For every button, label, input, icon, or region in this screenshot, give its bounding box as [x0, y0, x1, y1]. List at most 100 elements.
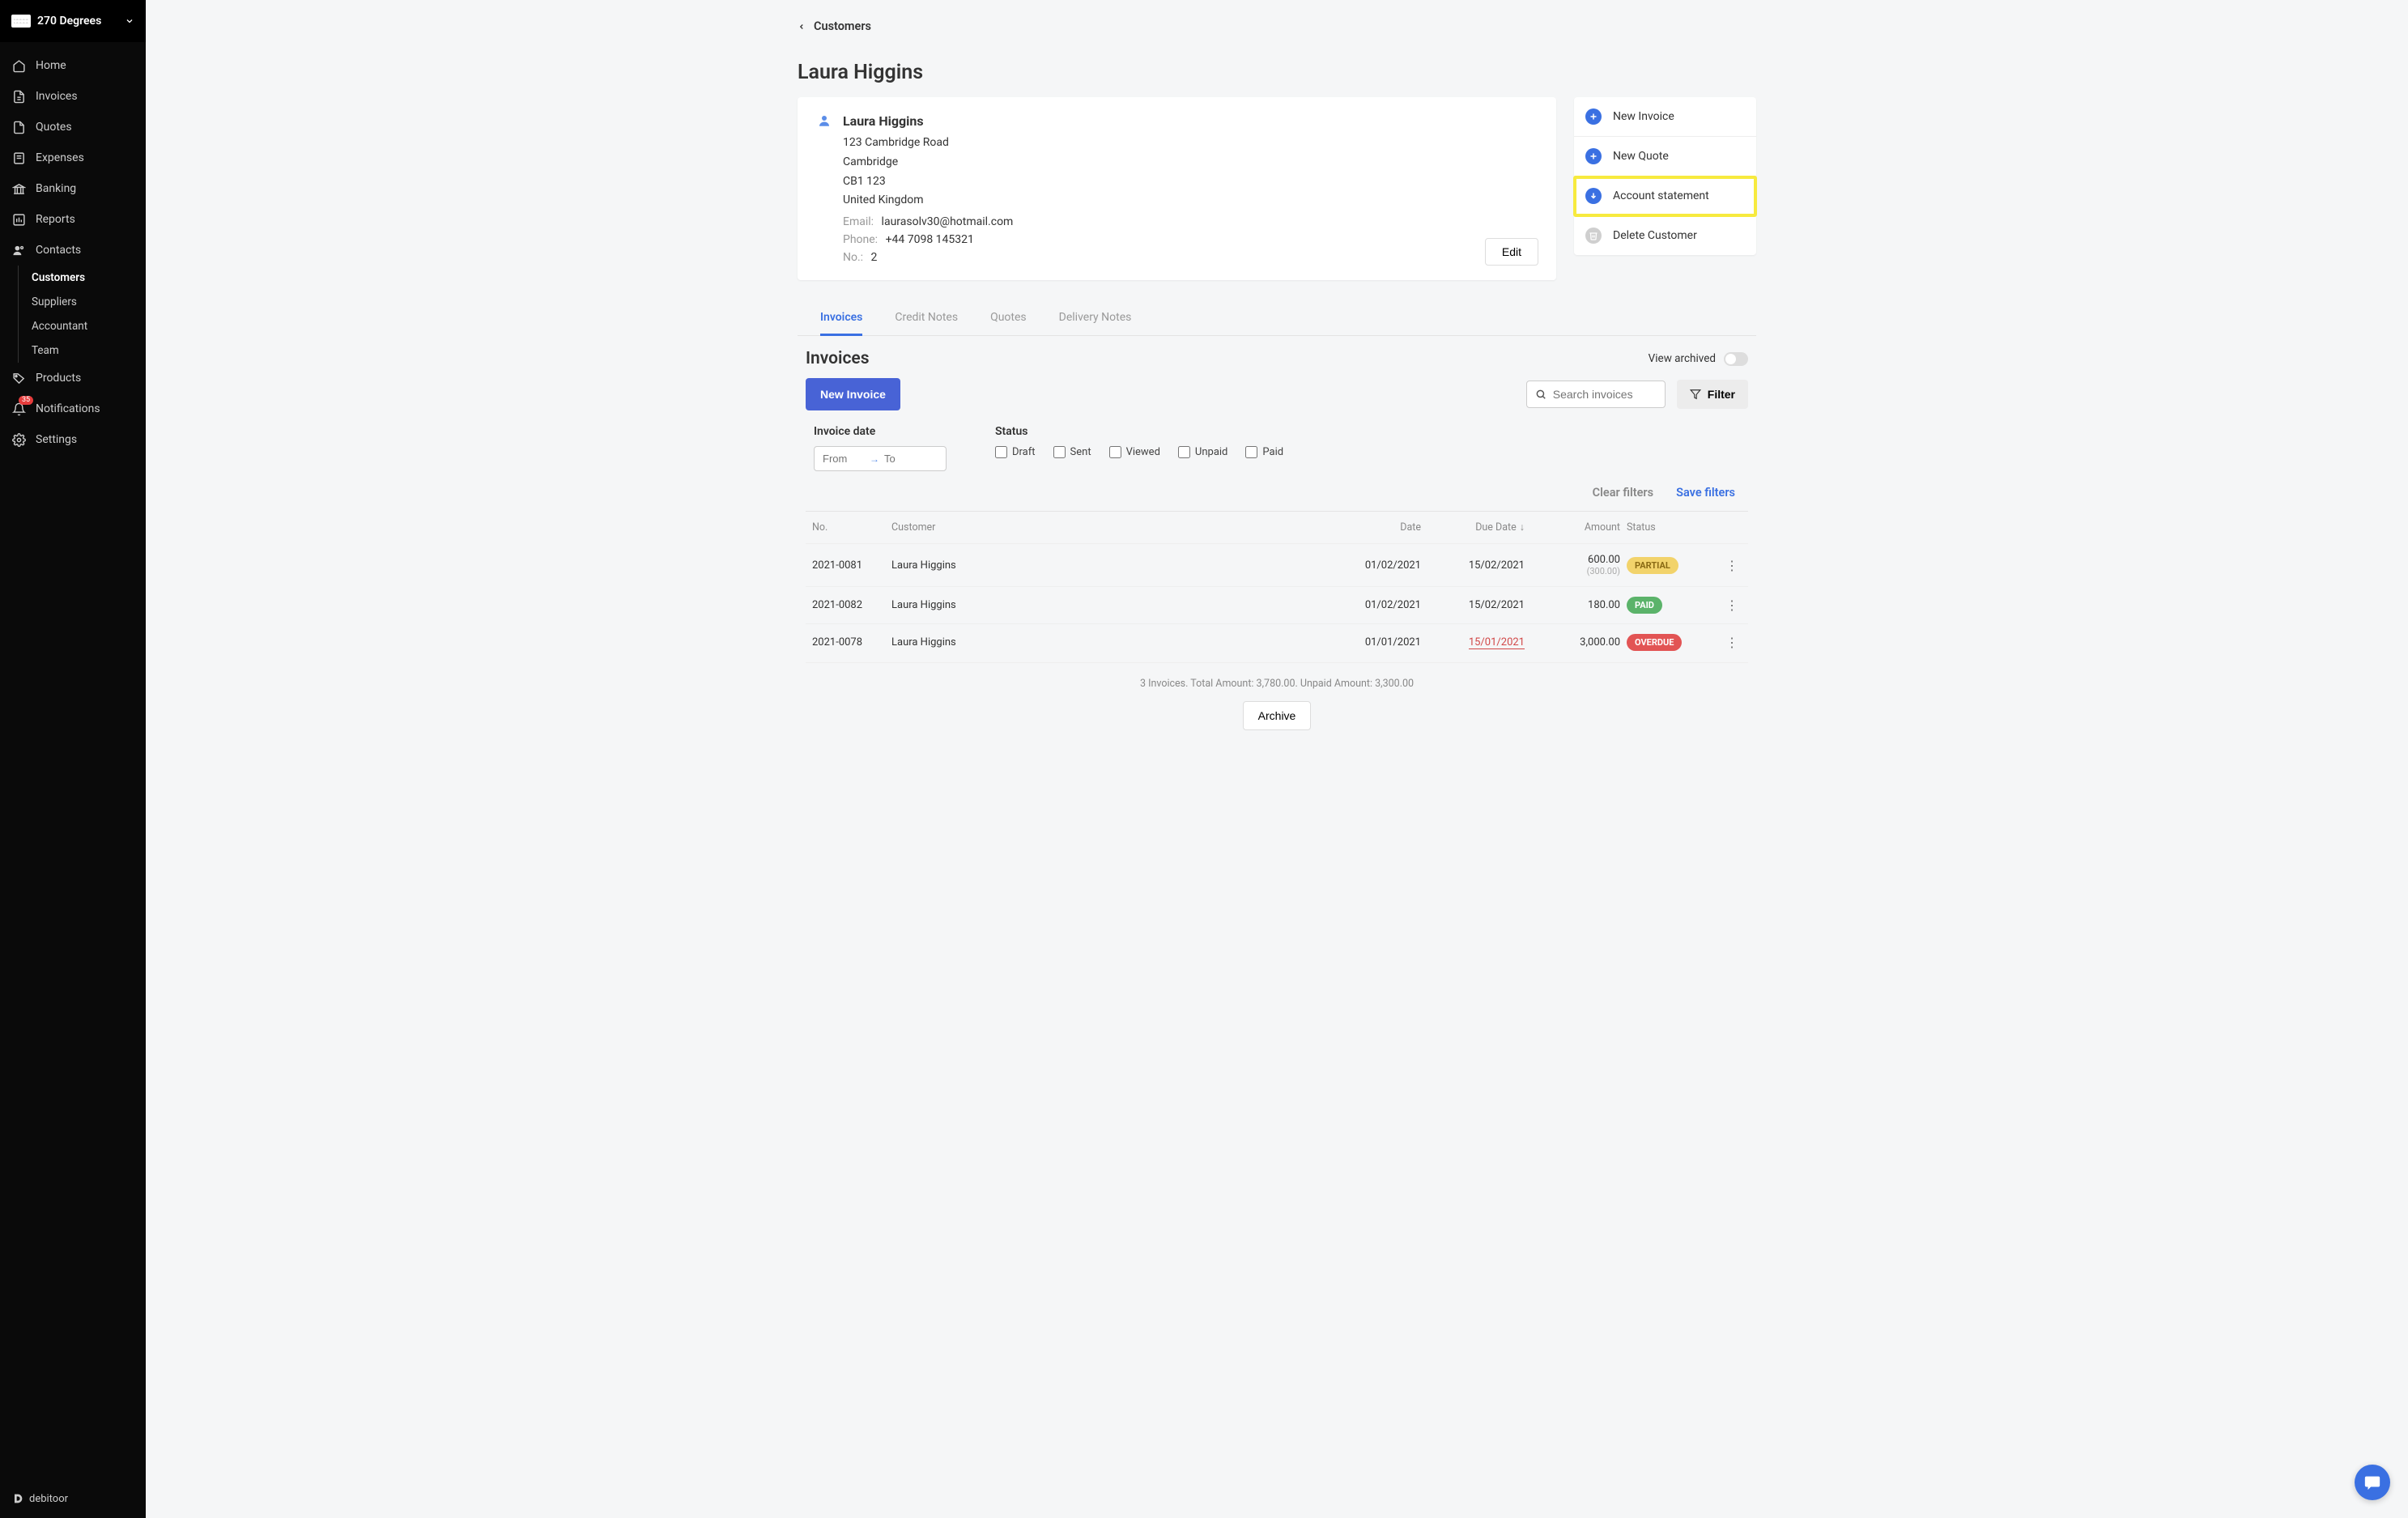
status-unpaid-checkbox[interactable]: Unpaid	[1178, 446, 1227, 458]
nav-label: Contacts	[36, 244, 81, 257]
th-date[interactable]: Date	[1332, 521, 1421, 534]
date-from-input[interactable]	[823, 453, 865, 465]
save-filters-link[interactable]: Save filters	[1676, 486, 1735, 500]
action-delete-customer[interactable]: Delete Customer	[1574, 216, 1756, 255]
archive-button[interactable]: Archive	[1243, 701, 1312, 730]
th-no[interactable]: No.	[812, 521, 885, 534]
cell-date: 01/02/2021	[1332, 559, 1421, 572]
section-title: Invoices	[806, 349, 870, 368]
tab-invoices[interactable]: Invoices	[820, 300, 862, 335]
workspace-switcher[interactable]: 270 Degrees	[0, 0, 146, 42]
nav-contacts[interactable]: Contacts	[0, 235, 146, 266]
breadcrumb[interactable]: Customers	[798, 19, 1756, 46]
search-input[interactable]	[1553, 388, 1657, 401]
notification-count: 35	[19, 396, 33, 405]
th-due-date[interactable]: Due Date ↓	[1427, 521, 1525, 534]
action-label: New Invoice	[1613, 110, 1674, 123]
phone-row: Phone: +44 7098 145321	[843, 233, 1537, 246]
overdue-date-link[interactable]: 15/01/2021	[1469, 636, 1525, 649]
nav-products[interactable]: Products	[0, 363, 146, 393]
nav-banking[interactable]: Banking	[0, 173, 146, 204]
tab-credit-notes[interactable]: Credit Notes	[895, 300, 958, 335]
customer-no-row: No.: 2	[843, 251, 1537, 264]
action-label: Delete Customer	[1613, 229, 1697, 242]
chat-fab[interactable]	[2355, 1465, 2390, 1500]
nav-settings[interactable]: Settings	[0, 424, 146, 455]
cell-no: 2021-0078	[812, 636, 885, 648]
cell-status: PARTIAL	[1627, 557, 1716, 574]
action-label: New Quote	[1613, 150, 1669, 163]
sort-down-icon: ↓	[1520, 521, 1525, 534]
chart-icon	[11, 212, 26, 227]
status-paid-checkbox[interactable]: Paid	[1245, 446, 1283, 458]
subnav-accountant[interactable]: Accountant	[19, 314, 146, 338]
subnav-suppliers[interactable]: Suppliers	[19, 290, 146, 314]
nav-notifications[interactable]: 35 Notifications	[0, 393, 146, 424]
new-invoice-button[interactable]: New Invoice	[806, 378, 900, 410]
filters-panel: Invoice date → Status Draft Sent Viewed	[798, 425, 1756, 511]
table-row[interactable]: 2021-0081 Laura Higgins 01/02/2021 15/02…	[806, 543, 1748, 586]
cell-amount: 3,000.00	[1531, 636, 1620, 648]
row-menu-icon[interactable]: ⋮	[1722, 558, 1742, 573]
subnav-customers[interactable]: Customers	[19, 266, 146, 290]
filter-button[interactable]: Filter	[1677, 380, 1748, 409]
row-menu-icon[interactable]: ⋮	[1722, 597, 1742, 613]
action-account-statement[interactable]: Account statement	[1574, 176, 1756, 216]
clear-filters-link[interactable]: Clear filters	[1593, 486, 1653, 500]
sidebar-footer: debitoor	[0, 1479, 146, 1518]
status-draft-checkbox[interactable]: Draft	[995, 446, 1036, 458]
tab-delivery-notes[interactable]: Delivery Notes	[1059, 300, 1132, 335]
cell-customer: Laura Higgins	[891, 636, 1325, 648]
actions-panel: New Invoice New Quote Account statement …	[1574, 97, 1756, 255]
tab-quotes[interactable]: Quotes	[990, 300, 1027, 335]
debitoor-logo-icon	[11, 1492, 24, 1505]
view-archived-toggle[interactable]	[1724, 352, 1748, 366]
action-new-invoice[interactable]: New Invoice	[1574, 97, 1756, 137]
cell-date: 01/02/2021	[1332, 599, 1421, 611]
nav-expenses[interactable]: Expenses	[0, 142, 146, 173]
action-label: Account statement	[1613, 189, 1709, 202]
tabs: Invoices Credit Notes Quotes Delivery No…	[798, 300, 1756, 336]
row-menu-icon[interactable]: ⋮	[1722, 635, 1742, 650]
search-box[interactable]	[1526, 381, 1666, 408]
table-header: No. Customer Date Due Date ↓ Amount Stat…	[806, 511, 1748, 543]
nav-label: Notifications	[36, 402, 100, 415]
page-title: Laura Higgins	[798, 61, 1756, 84]
breadcrumb-label: Customers	[814, 19, 871, 33]
table-row[interactable]: 2021-0082 Laura Higgins 01/02/2021 15/02…	[806, 586, 1748, 623]
th-amount[interactable]: Amount	[1531, 521, 1620, 534]
status-viewed-checkbox[interactable]: Viewed	[1109, 446, 1160, 458]
cell-due: 15/01/2021	[1427, 636, 1525, 648]
invoice-icon	[11, 89, 26, 104]
date-range-input[interactable]: →	[814, 446, 947, 471]
edit-button[interactable]: Edit	[1485, 238, 1538, 266]
nav-reports[interactable]: Reports	[0, 204, 146, 235]
th-customer[interactable]: Customer	[891, 521, 1325, 534]
customer-name: Laura Higgins	[843, 113, 1537, 129]
cell-amount: 180.00	[1531, 599, 1620, 611]
th-status[interactable]: Status	[1627, 521, 1716, 534]
contacts-subnav: Customers Suppliers Accountant Team	[18, 266, 146, 363]
action-new-quote[interactable]: New Quote	[1574, 137, 1756, 176]
cell-date: 01/01/2021	[1332, 636, 1421, 648]
nav-home[interactable]: Home	[0, 50, 146, 81]
table-row[interactable]: 2021-0078 Laura Higgins 01/01/2021 15/01…	[806, 623, 1748, 661]
nav-label: Home	[36, 59, 66, 72]
nav-label: Banking	[36, 182, 76, 195]
status-sent-checkbox[interactable]: Sent	[1053, 446, 1091, 458]
email-row: Email: laurasolv30@hotmail.com	[843, 215, 1537, 228]
address-street: 123 Cambridge Road	[843, 134, 1537, 153]
quote-icon	[11, 120, 26, 134]
chevron-left-icon	[798, 23, 806, 31]
plus-icon	[1585, 108, 1602, 125]
workspace-icon	[11, 15, 31, 28]
date-to-input[interactable]	[884, 453, 926, 465]
sidebar: 270 Degrees Home Invoices Quotes Expense…	[0, 0, 146, 1518]
filter-icon	[1690, 389, 1701, 400]
invoices-table: No. Customer Date Due Date ↓ Amount Stat…	[798, 511, 1756, 730]
cell-customer: Laura Higgins	[891, 559, 1325, 572]
nav-quotes[interactable]: Quotes	[0, 112, 146, 142]
nav-invoices[interactable]: Invoices	[0, 81, 146, 112]
filter-invoice-date: Invoice date →	[814, 425, 947, 471]
subnav-team[interactable]: Team	[19, 338, 146, 363]
